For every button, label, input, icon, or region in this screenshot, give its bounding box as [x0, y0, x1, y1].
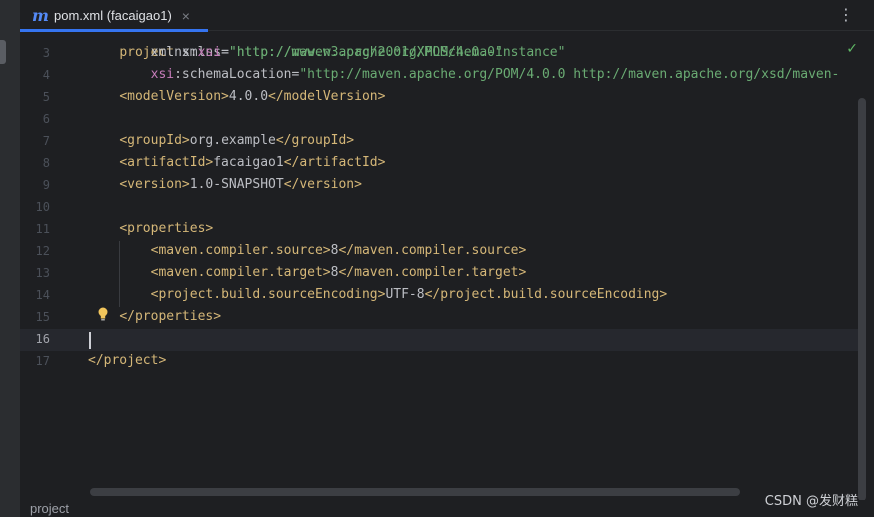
code-token: UTF-8 — [385, 287, 425, 302]
status-bar: project — [20, 500, 874, 517]
code-token: <project.build.sourceEncoding> — [150, 287, 386, 302]
code-token: </maven.compiler.source> — [338, 243, 527, 258]
tool-window-marker[interactable] — [0, 40, 6, 64]
line-number: 16 — [35, 332, 50, 346]
tab-pom-xml[interactable]: m pom.xml (facaigao1) × — [20, 0, 208, 32]
code-line: <modelVersion>4.0.0</modelVersion> — [88, 86, 858, 108]
line-number: 7 — [42, 134, 50, 148]
code-token: </groupId> — [275, 133, 355, 148]
more-vertical-icon[interactable]: ⋮ — [838, 6, 854, 24]
line-number: 11 — [35, 222, 50, 236]
code-token: <groupId> — [119, 133, 190, 148]
line-number: 3 — [42, 46, 50, 60]
breadcrumb[interactable]: project — [30, 501, 69, 516]
line-number: 6 — [42, 112, 50, 126]
line-number: 13 — [35, 266, 50, 280]
horizontal-scrollbar[interactable] — [88, 486, 858, 498]
code-line: <project.build.sourceEncoding>UTF-8</pro… — [88, 284, 858, 306]
left-tool-strip — [0, 0, 20, 517]
line-number: 9 — [42, 178, 50, 192]
code-token: <maven.compiler.source> — [150, 243, 331, 258]
code-token: </properties> — [119, 309, 222, 324]
code-token: <version> — [119, 177, 190, 192]
code-token: "http://www.w3.org/2001/XMLSchema-instan… — [228, 45, 566, 60]
code-line: <version>1.0-SNAPSHOT</version> — [88, 174, 858, 196]
line-number: 15 — [35, 310, 50, 324]
code-token: </modelVersion> — [268, 89, 386, 104]
code-token: <modelVersion> — [119, 89, 229, 104]
line-number: 14 — [35, 288, 50, 302]
close-icon[interactable]: × — [182, 8, 190, 24]
code-token: </version> — [283, 177, 362, 192]
code-token: 4.0.0 — [228, 89, 269, 104]
line-number: 17 — [35, 354, 50, 368]
code-token: </project.build.sourceEncoding> — [424, 287, 668, 302]
line-number: 8 — [42, 156, 50, 170]
code-token: <maven.compiler.target> — [150, 265, 331, 280]
lightbulb-icon[interactable] — [96, 306, 110, 322]
tab-title: pom.xml (facaigao1) — [54, 8, 172, 23]
code-token: facaigao1 — [213, 155, 284, 170]
horizontal-scroll-thumb[interactable] — [90, 488, 740, 496]
code-line: <maven.compiler.source>8</maven.compiler… — [88, 240, 858, 262]
code-token: : — [189, 45, 198, 60]
indent-guide — [119, 241, 120, 307]
line-number: 10 — [35, 200, 50, 214]
code-token: 1.0-SNAPSHOT — [189, 177, 284, 192]
code-line: xmlns:xsi="http://www.w3.org/2001/XMLSch… — [88, 42, 858, 64]
code-line: xsi:schemaLocation="http://maven.apache.… — [88, 64, 858, 86]
line-number: 4 — [42, 68, 50, 82]
line-number: 12 — [35, 244, 50, 258]
code-line-partial: project xmlns="http://maven.apache.org/P… — [119, 45, 503, 60]
code-token: <properties> — [119, 221, 214, 236]
editor-tab-bar: m pom.xml (facaigao1) × ⋮ — [20, 0, 874, 32]
code-line: <properties> — [88, 218, 858, 240]
code-token: xmlns — [150, 45, 190, 60]
code-token: xsi — [197, 45, 222, 60]
maven-m-icon: m — [32, 5, 49, 25]
code-editor[interactable]: project xmlns="http://maven.apache.org/P… — [88, 31, 858, 486]
check-icon: ✓ — [846, 41, 858, 57]
code-token: :schemaLocation — [174, 67, 292, 82]
code-token: = — [221, 45, 229, 60]
code-token: </project> — [88, 353, 167, 368]
code-token: </artifactId> — [283, 155, 386, 170]
watermark-text: CSDN @发财糕 — [764, 494, 858, 509]
vertical-scroll-thumb[interactable] — [858, 98, 866, 501]
code-line: <artifactId>facaigao1</artifactId> — [88, 152, 858, 174]
vertical-scrollbar[interactable] — [858, 31, 874, 501]
code-token: </maven.compiler.target> — [338, 265, 527, 280]
line-number: 5 — [42, 90, 50, 104]
code-line: <maven.compiler.target>8</maven.compiler… — [88, 262, 858, 284]
code-line: <groupId>org.example</groupId> — [88, 130, 858, 152]
code-token: xsi — [150, 67, 175, 82]
code-line: </properties> — [88, 306, 858, 328]
line-number-gutter: 3 4 5 6 7 8 9 10 11 12 13 14 15 16 17 — [20, 31, 88, 486]
code-token: <artifactId> — [119, 155, 214, 170]
text-caret — [89, 332, 91, 349]
code-token: org.example — [189, 133, 276, 148]
code-token: "http://maven.apache.org/POM/4.0.0 http:… — [299, 67, 840, 82]
code-line: </project> — [88, 350, 858, 372]
